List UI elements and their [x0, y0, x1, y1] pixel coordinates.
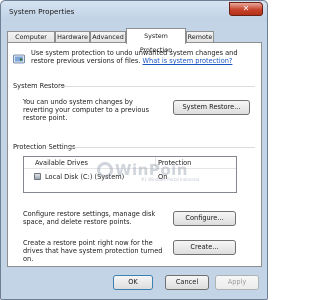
tab-system-protection[interactable]: System Protection — [126, 28, 186, 54]
window-title: System Properties — [9, 7, 75, 16]
drive-name: Local Disk (C:) (System) — [45, 173, 125, 181]
create-description: Create a restore point right now for the… — [23, 239, 163, 263]
configure-button[interactable]: Configure... — [173, 211, 236, 226]
tab-panel — [7, 42, 262, 267]
close-button[interactable]: ✕ — [229, 2, 263, 16]
system-restore-button[interactable]: System Restore... — [173, 100, 250, 115]
system-properties-window: System Properties ✕ Computer Name Hardwa… — [0, 0, 268, 300]
ok-button[interactable]: OK — [113, 275, 153, 290]
title-bar[interactable]: System Properties ✕ — [1, 1, 267, 21]
configure-description: Configure restore settings, manage disk … — [23, 210, 156, 226]
create-button[interactable]: Create... — [173, 240, 236, 255]
cancel-button[interactable]: Cancel — [165, 275, 209, 290]
watermark-tagline: #1 Windows Portal Indonesia — [141, 177, 200, 182]
system-restore-description: You can undo system changes by reverting… — [23, 98, 150, 122]
close-icon: ✕ — [242, 4, 250, 13]
column-available-drives[interactable]: Available Drives — [35, 159, 88, 167]
watermark-logo — [97, 162, 113, 178]
section-divider — [67, 147, 255, 148]
apply-button[interactable]: Apply — [215, 275, 259, 290]
what-is-system-protection-link[interactable]: What is system protection? — [143, 57, 233, 65]
disk-icon — [34, 173, 41, 180]
section-divider — [59, 86, 255, 87]
shield-icon — [13, 54, 25, 64]
system-restore-heading: System Restore — [13, 82, 65, 90]
